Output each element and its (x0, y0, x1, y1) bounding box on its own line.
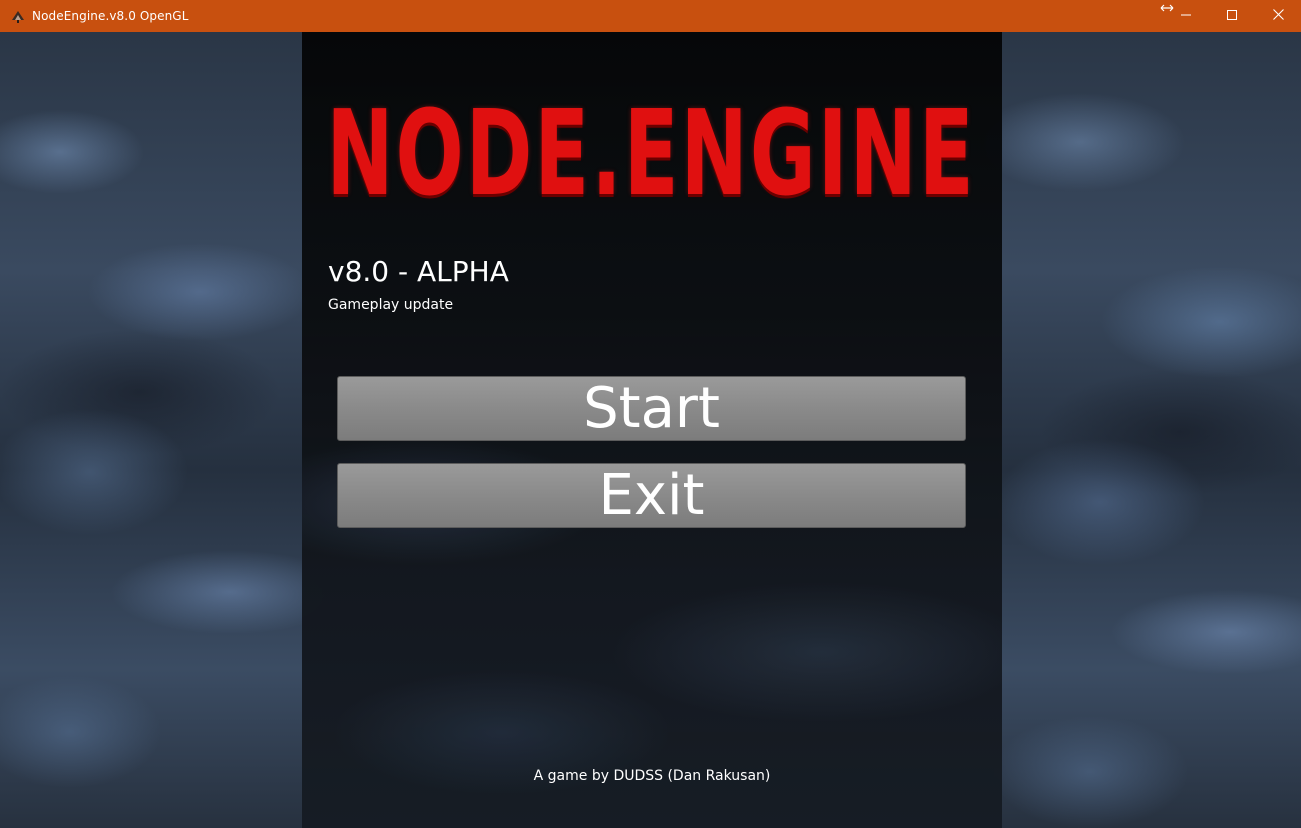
close-icon (1272, 7, 1284, 25)
game-window: NodeEngine.v8.0 OpenGL NODE.ENGINE v8.0 … (0, 0, 1301, 828)
window-title: NodeEngine.v8.0 OpenGL (32, 9, 189, 23)
minimize-button[interactable] (1163, 0, 1209, 32)
close-button[interactable] (1255, 0, 1301, 32)
game-logo: NODE.ENGINE (326, 84, 976, 222)
window-controls (1163, 0, 1301, 32)
game-app-icon[interactable] (10, 8, 26, 24)
start-button[interactable]: Start (337, 376, 966, 441)
update-subtitle: Gameplay update (328, 297, 454, 313)
maximize-button[interactable] (1209, 0, 1255, 32)
version-label: v8.0 - ALPHA (328, 255, 509, 288)
minimize-icon (1181, 7, 1191, 25)
exit-button[interactable]: Exit (337, 463, 966, 528)
title-bar[interactable]: NodeEngine.v8.0 OpenGL (0, 0, 1301, 32)
maximize-icon (1227, 7, 1237, 25)
credits-text: A game by DUDSS (Dan Rakusan) (533, 768, 771, 784)
